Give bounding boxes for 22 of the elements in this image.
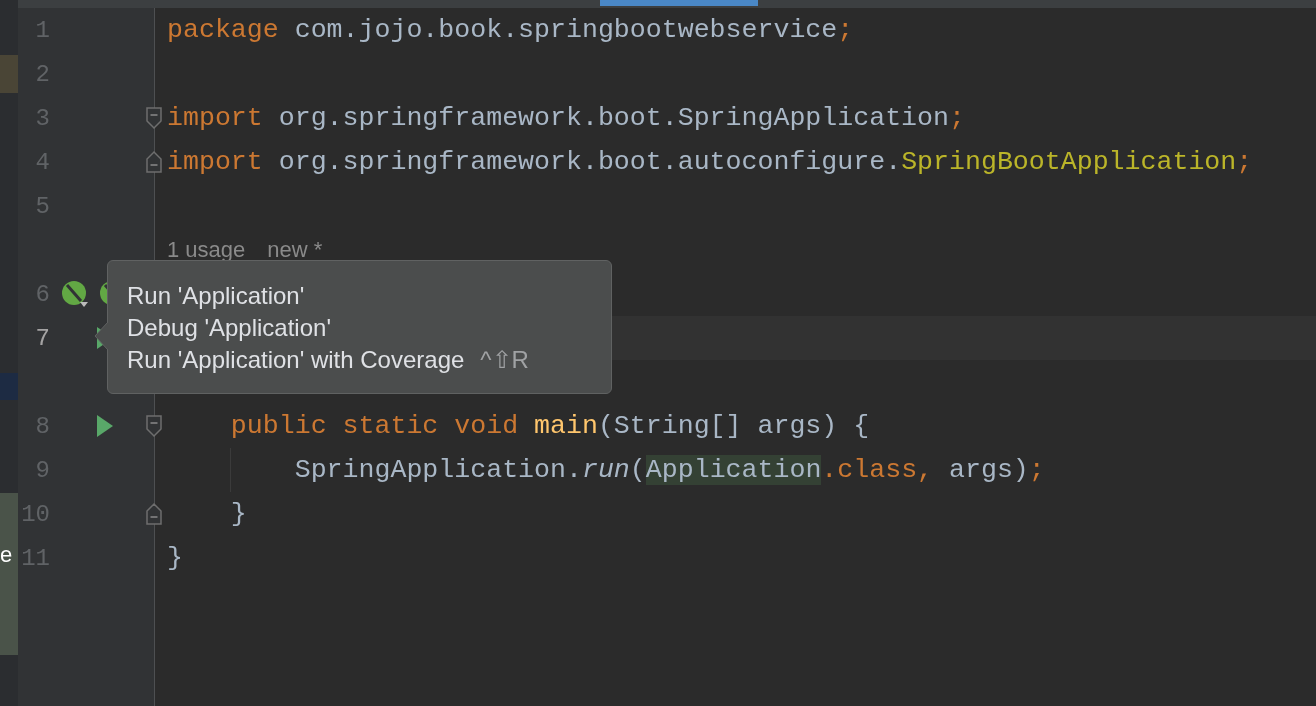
fold-end-icon[interactable] xyxy=(146,150,162,174)
code-line: import org.springframework.boot.SpringApplication; xyxy=(167,102,965,134)
code-line: import org.springframework.boot.autoconfigure.SpringBootApplication; xyxy=(167,146,1253,178)
fold-end-icon[interactable] xyxy=(146,502,162,526)
code-line: } xyxy=(229,498,247,530)
usage-count-hint[interactable]: 1 usage xyxy=(167,237,246,263)
cut-off-label: e xyxy=(0,543,13,567)
code-line: package com.jojo.book.springbootwebservice; xyxy=(167,14,854,46)
author-hint[interactable]: new * xyxy=(267,237,323,263)
menu-item[interactable]: Run 'Application' with Coverage xyxy=(127,344,465,376)
side-panel-strip xyxy=(0,55,18,93)
fold-collapse-icon[interactable] xyxy=(146,106,162,130)
shortcut-label: ^⇧R xyxy=(480,345,529,375)
line-number: 7 xyxy=(34,324,50,352)
bean-icon[interactable] xyxy=(61,280,89,308)
code-line: public static void main(String[] args) { xyxy=(229,410,870,442)
fold-collapse-icon[interactable] xyxy=(146,414,162,438)
code-line: } xyxy=(167,542,183,574)
menu-item[interactable]: Run 'Application' xyxy=(127,280,305,312)
code-line: SpringApplication.run(Application.class, args); xyxy=(293,454,1045,486)
menu-item[interactable]: Debug 'Application' xyxy=(127,312,331,344)
run-icon[interactable] xyxy=(97,415,113,437)
